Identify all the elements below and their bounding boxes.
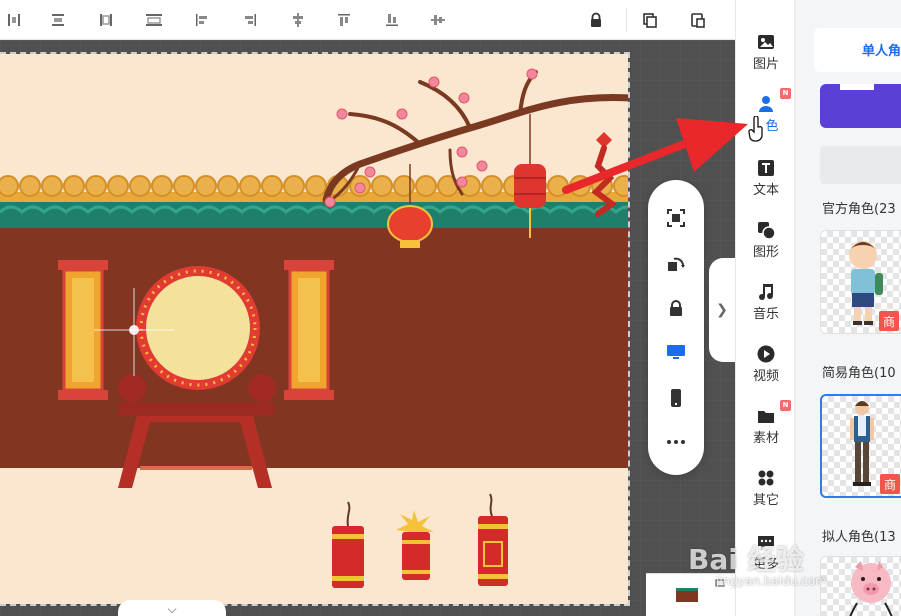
sidebar-item-label: 视频 [752, 369, 779, 384]
character-asset-panel: 单人角 官方角色(23 商 简易角色(10 商 拟人角色(13 [796, 0, 901, 616]
character-card-pig[interactable] [820, 556, 901, 616]
align-vertical-bars-icon[interactable] [96, 10, 116, 30]
sidebar-item-text[interactable]: 文本 [736, 154, 796, 210]
person-icon [759, 96, 773, 112]
lock-icon[interactable] [586, 10, 606, 30]
sidebar-item-other[interactable]: 其它 [736, 464, 796, 520]
align-top-edge-icon[interactable] [48, 10, 68, 30]
sidebar-item-characters[interactable]: N 色 [736, 88, 796, 146]
text-icon [758, 160, 774, 176]
lock-icon[interactable] [664, 296, 688, 320]
app-root: ❯ ⌵ 图片 N 色 文本 图形 音乐 视频 N 素材 其它 更多 单人角 官方… [0, 0, 901, 616]
sidebar-item-images[interactable]: 图片 [736, 28, 796, 84]
align-bottom-icon[interactable] [382, 10, 402, 30]
align-top-icon[interactable] [334, 10, 354, 30]
sidebar-item-shapes[interactable]: 图形 [736, 216, 796, 272]
sidebar-item-materials[interactable]: N 素材 [736, 400, 796, 458]
sidebar-item-video[interactable]: 视频 [736, 340, 796, 396]
tab-single-character[interactable]: 单人角 [814, 28, 901, 72]
align-horizontal-bars-icon[interactable] [144, 10, 164, 30]
commercial-badge: 商 [879, 311, 899, 331]
sidebar-item-label: 其它 [752, 493, 779, 508]
top-toolbar [0, 0, 735, 40]
music-icon [759, 284, 773, 300]
rotate-icon[interactable] [664, 252, 688, 276]
drum [136, 266, 260, 390]
new-badge: N [780, 400, 791, 411]
panel-collapse-toggle[interactable]: ❯ [709, 258, 735, 362]
bottom-expand-toggle[interactable]: ⌵ [118, 600, 226, 616]
chevron-down-icon: ⌵ [167, 602, 177, 616]
fit-screen-icon[interactable] [664, 206, 688, 230]
align-left-icon[interactable] [192, 10, 212, 30]
character-card-boy[interactable]: 商 [820, 230, 901, 334]
image-icon [758, 35, 774, 49]
character-pig-illustration [849, 561, 893, 616]
sidebar-item-label: 素材 [752, 431, 779, 446]
align-center-h-icon[interactable] [288, 10, 308, 30]
align-center-v-icon[interactable] [428, 10, 448, 30]
shapes-icon [758, 222, 776, 240]
grid-icon [758, 470, 774, 486]
stage-canvas[interactable] [0, 52, 630, 606]
folder-icon [758, 411, 774, 423]
scene-illustration [0, 54, 628, 604]
watermark-logo: Bai 经验 [688, 543, 804, 576]
section-official-characters: 官方角色(23 [822, 202, 896, 217]
section-anthropomorphic-characters: 拟人角色(13 [822, 530, 896, 545]
watermark-url: jingyan.baidu.com [716, 574, 827, 588]
desktop-icon[interactable] [664, 340, 688, 364]
copy-icon[interactable] [640, 10, 660, 30]
distribute-h-icon[interactable] [4, 10, 24, 30]
sidebar-item-label: 图片 [752, 57, 779, 72]
commercial-badge: 商 [880, 474, 900, 494]
promo-banner[interactable] [820, 84, 901, 128]
toolbar-separator [626, 8, 627, 32]
hand-cursor-icon [748, 116, 763, 142]
video-icon [757, 345, 775, 363]
sidebar-item-label: 音乐 [752, 307, 779, 322]
more-icon[interactable] [664, 430, 688, 454]
align-right-icon[interactable] [240, 10, 260, 30]
paste-icon[interactable] [688, 10, 708, 30]
search-bar[interactable] [820, 146, 901, 184]
character-card-man[interactable]: 商 [820, 394, 901, 498]
canvas-workspace [0, 40, 735, 616]
sidebar-item-music[interactable]: 音乐 [736, 278, 796, 334]
category-sidebar: 图片 N 色 文本 图形 音乐 视频 N 素材 其它 更多 [735, 0, 795, 616]
mobile-icon[interactable] [664, 386, 688, 410]
sidebar-item-label: 文本 [752, 183, 779, 198]
new-badge: N [780, 88, 791, 99]
section-simple-characters: 简易角色(10 [822, 366, 896, 381]
floating-toolbar [648, 180, 704, 475]
scroll-banner-right [284, 260, 334, 400]
chevron-right-icon: ❯ [716, 302, 728, 318]
sidebar-item-label: 图形 [752, 245, 779, 260]
